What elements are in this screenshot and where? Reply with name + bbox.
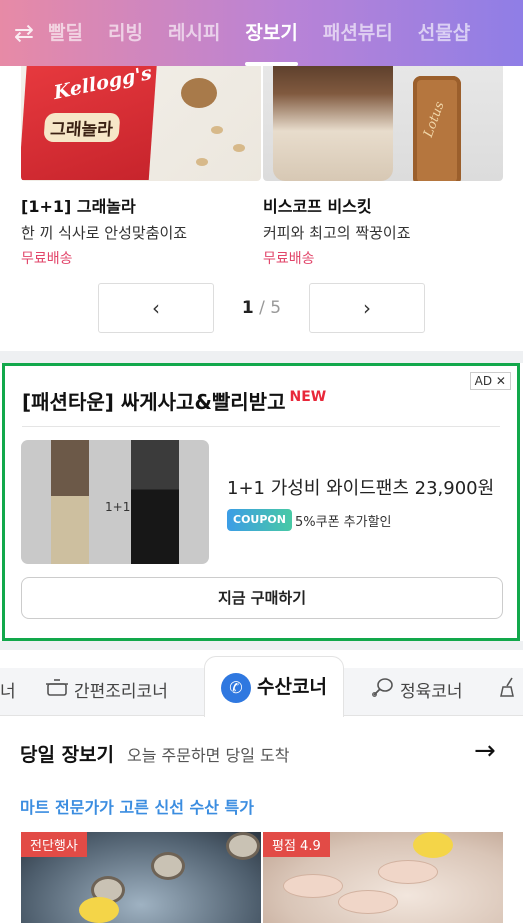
pager: ‹ 1 / 5 › [98, 283, 425, 333]
nut-decoration [196, 158, 208, 166]
tab-label: 수산코너 [257, 676, 327, 698]
ad-product-image[interactable]: 1+1 [21, 440, 209, 564]
rating-label: 평점 4.9 [263, 832, 330, 857]
coupon-text: 5%쿠폰 추가할인 [295, 515, 392, 530]
page: ⇄ 빨딜 리빙 레시피 장보기 패션뷰티 선물샵 Kellogg's 그래놀라 … [0, 0, 523, 923]
product-card-biscoff[interactable]: Lotus 비스코프 비스킷 커피와 최고의 짝꿍이죠 무료배송 [263, 66, 503, 268]
shrimp [338, 890, 398, 914]
lotus-logo: Lotus [421, 99, 448, 140]
product-image-granola[interactable]: Kellogg's 그래놀라 [21, 66, 261, 181]
section-divider [0, 351, 523, 363]
product-desc: 한 끼 식사로 안성맞춤이죠 [21, 224, 188, 242]
tab-ppaldeal[interactable]: 빨딜 [48, 0, 83, 66]
page-indicator: 1 / 5 [214, 283, 309, 333]
shipping-badge: 무료배송 [21, 251, 73, 267]
shrimp [283, 874, 343, 898]
shell [151, 852, 185, 880]
divider [22, 426, 500, 427]
granola-box: Kellogg's 그래놀라 [21, 66, 158, 180]
coupon-badge: COUPON [227, 509, 292, 531]
product-desc: 커피와 최고의 짝꿍이죠 [263, 224, 411, 242]
tab-seafood[interactable]: ✆ 수산코너 [204, 656, 344, 717]
pot-icon [46, 668, 68, 716]
nut-decoration [211, 126, 223, 134]
coffee-glass [273, 66, 393, 181]
biscuit: Lotus [413, 76, 461, 181]
nut-decoration [233, 144, 245, 152]
chevron-right-icon: › [363, 296, 371, 320]
seafood-image-clams[interactable]: 전단행사 [21, 832, 261, 923]
total-pages: 5 [270, 298, 282, 318]
chevron-left-icon: ‹ [152, 296, 160, 320]
ad-close-button[interactable]: AD ✕ [469, 372, 511, 390]
tab-partial[interactable]: 너 [0, 668, 16, 716]
tab-label: 간편조리코너 [74, 682, 168, 702]
fish-icon: ✆ [221, 672, 251, 703]
image-label: 1+1 [105, 500, 131, 514]
spoon-decoration [181, 78, 217, 108]
section-divider [0, 641, 523, 650]
ad-banner[interactable]: AD ✕ [패션타운] 싸게사고&빨리받고 NEW 1+1 1+1 가성비 와이드… [2, 363, 520, 641]
buy-now-button[interactable]: 지금 구매하기 [21, 577, 503, 619]
product-name[interactable]: [1+1] 그래놀라 [21, 193, 261, 217]
lemon [413, 832, 453, 858]
model-figure [51, 440, 89, 564]
ad-product-title[interactable]: 1+1 가성비 와이드팬츠 23,900원 [227, 474, 494, 500]
current-page: 1 [241, 298, 254, 318]
tab-meat[interactable]: 정육코너 [372, 668, 463, 716]
tab-living[interactable]: 리빙 [108, 0, 143, 66]
tab-cleaning[interactable] [498, 668, 523, 716]
arrow-right-icon[interactable]: → [474, 736, 496, 766]
curated-title[interactable]: 마트 전문가가 고른 신선 수산 특가 [20, 794, 254, 818]
meat-icon [372, 668, 394, 716]
promo-label: 전단행사 [21, 832, 87, 857]
corner-tabs: 너 간편조리코너 ✆ 수산코너 정육코너 [0, 650, 523, 717]
page-separator: / [259, 298, 265, 318]
broom-icon [498, 668, 518, 716]
product-image-biscoff[interactable]: Lotus [263, 66, 503, 181]
kelloggs-logo: Kellogg's [52, 66, 154, 104]
tab-recipe[interactable]: 레시피 [168, 0, 220, 66]
section-subtitle: 오늘 주문하면 당일 도착 [127, 746, 290, 765]
tab-label: 정육코너 [400, 682, 463, 702]
ad-title-text: [패션타운] 싸게사고&빨리받고 [22, 390, 286, 414]
shrimp [378, 860, 438, 884]
top-nav: ⇄ 빨딜 리빙 레시피 장보기 패션뷰티 선물샵 [0, 0, 523, 66]
section-title: 당일 장보기 [20, 744, 115, 766]
new-badge: NEW [289, 389, 327, 406]
tab-fashion-beauty[interactable]: 패션뷰티 [323, 0, 393, 66]
next-page-button[interactable]: › [309, 283, 425, 333]
tab-easy-cook[interactable]: 간편조리코너 [46, 668, 168, 716]
product-card-granola[interactable]: Kellogg's 그래놀라 [1+1] 그래놀라 한 끼 식사로 안성맞춤이죠… [21, 66, 261, 268]
product-name[interactable]: 비스코프 비스킷 [263, 193, 503, 217]
tab-gift-shop[interactable]: 선물샵 [418, 0, 470, 66]
shipping-badge: 무료배송 [263, 251, 315, 267]
lemon [79, 897, 119, 923]
model-figure [131, 440, 179, 564]
tab-label: 너 [0, 682, 16, 702]
prev-page-button[interactable]: ‹ [98, 283, 214, 333]
box-label: 그래놀라 [43, 113, 120, 142]
shell [226, 832, 260, 860]
seafood-image-shrimp[interactable]: 평점 4.9 [263, 832, 503, 923]
swap-icon[interactable]: ⇄ [14, 19, 48, 47]
tab-grocery[interactable]: 장보기 [245, 0, 299, 66]
ad-title[interactable]: [패션타운] 싸게사고&빨리받고 NEW [22, 386, 326, 415]
